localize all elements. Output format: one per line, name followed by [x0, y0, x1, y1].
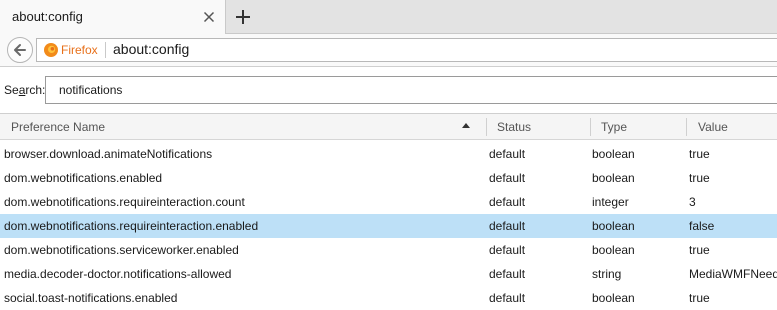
preference-type: boolean	[592, 219, 635, 233]
firefox-logo-icon[interactable]	[43, 42, 59, 58]
preference-name: media.decoder-doctor.notifications-allow…	[4, 267, 232, 281]
preference-type: integer	[592, 195, 629, 209]
search-label: Search:	[4, 83, 46, 97]
table-row[interactable]: dom.webnotifications.serviceworker.enabl…	[0, 238, 777, 262]
preference-value: MediaWMFNeed	[689, 267, 777, 281]
new-tab-plus-icon[interactable]	[231, 5, 255, 29]
preference-type: boolean	[592, 147, 635, 161]
preference-name: browser.download.animateNotifications	[4, 147, 213, 161]
column-header-status[interactable]: Status	[497, 120, 531, 134]
table-row-selected[interactable]: dom.webnotifications.requireinteraction.…	[0, 214, 777, 238]
table-row[interactable]: media.decoder-doctor.notifications-allow…	[0, 262, 777, 286]
preference-value: false	[689, 219, 715, 233]
column-header-type[interactable]: Type	[601, 120, 627, 134]
table-row[interactable]: dom.webnotifications.enabled default boo…	[0, 166, 777, 190]
tab-title: about:config	[12, 9, 83, 24]
preference-value: true	[689, 291, 710, 305]
preference-type: boolean	[592, 291, 635, 305]
column-divider[interactable]	[686, 118, 687, 136]
table-header: Preference Name Status Type Value	[0, 113, 777, 140]
preference-status: default	[489, 171, 526, 185]
divider	[105, 42, 106, 58]
preference-value: true	[689, 147, 710, 161]
tab-strip: about:config	[0, 0, 777, 34]
close-icon[interactable]	[198, 6, 220, 28]
preference-name: dom.webnotifications.serviceworker.enabl…	[4, 243, 239, 257]
column-header-preference-name[interactable]: Preference Name	[11, 120, 105, 134]
column-divider[interactable]	[590, 118, 591, 136]
preference-type: string	[592, 267, 622, 281]
preference-name: dom.webnotifications.requireinteraction.…	[4, 195, 245, 209]
preference-status: default	[489, 195, 526, 209]
preference-value: true	[689, 243, 710, 257]
preference-type: boolean	[592, 243, 635, 257]
preference-value: 3	[689, 195, 696, 209]
sort-ascending-icon	[462, 123, 470, 128]
preference-status: default	[489, 291, 526, 305]
table-row[interactable]: social.toast-notifications.enabled defau…	[0, 286, 777, 310]
preference-status: default	[489, 243, 526, 257]
preference-status: default	[489, 267, 526, 281]
preference-name: social.toast-notifications.enabled	[4, 291, 178, 305]
back-arrow-icon	[14, 44, 26, 56]
preference-name: dom.webnotifications.enabled	[4, 171, 163, 185]
tab-about-config[interactable]: about:config	[0, 0, 226, 34]
preference-status: default	[489, 219, 526, 233]
column-divider[interactable]	[486, 118, 487, 136]
back-button[interactable]	[7, 37, 33, 63]
table-row[interactable]: dom.webnotifications.requireinteraction.…	[0, 190, 777, 214]
navigation-bar: Firefox about:config	[0, 34, 777, 67]
preference-status: default	[489, 147, 526, 161]
search-input[interactable]: notifications	[45, 76, 777, 104]
search-input-value: notifications	[59, 83, 123, 97]
preference-name: dom.webnotifications.requireinteraction.…	[4, 219, 259, 233]
table-row[interactable]: browser.download.animateNotifications de…	[0, 142, 777, 166]
preference-value: true	[689, 171, 710, 185]
column-header-value[interactable]: Value	[698, 120, 728, 134]
identity-label[interactable]: Firefox	[61, 43, 98, 57]
url-bar[interactable]: Firefox about:config	[36, 38, 777, 62]
preference-type: boolean	[592, 171, 635, 185]
url-text[interactable]: about:config	[113, 41, 189, 57]
